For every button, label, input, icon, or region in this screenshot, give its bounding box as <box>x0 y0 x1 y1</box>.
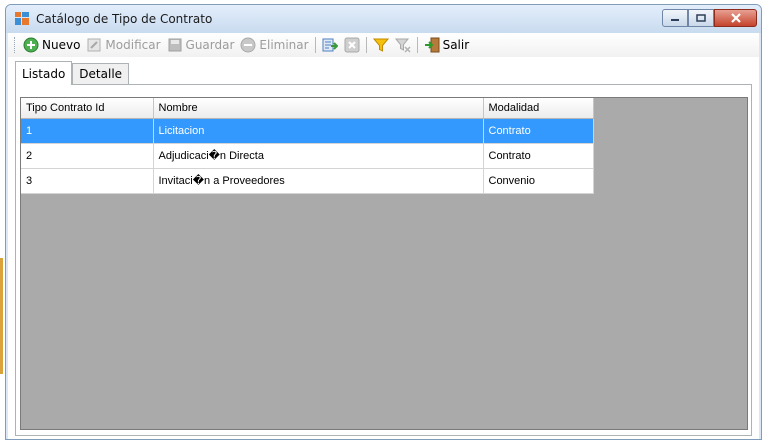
column-header-modalidad[interactable]: Modalidad <box>483 98 594 119</box>
save-button-label: Guardar <box>185 38 235 52</box>
title-bar[interactable]: Catálogo de Tipo de Contrato <box>6 5 761 33</box>
maximize-icon <box>696 14 706 22</box>
add-circle-icon <box>23 37 39 53</box>
modify-button[interactable]: Modificar <box>83 35 163 55</box>
tab-listado[interactable]: Listado <box>15 61 73 85</box>
toolbar-separator <box>314 37 316 53</box>
modify-button-label: Modificar <box>105 38 161 52</box>
background-window-edge <box>0 258 3 374</box>
minimize-button[interactable] <box>662 9 688 27</box>
table-row[interactable]: 1 Licitacion Contrato <box>21 118 594 144</box>
tab-strip: Listado Detalle <box>15 61 130 85</box>
grid-header-row: Tipo Contrato Id Nombre Modalidad <box>21 98 594 119</box>
clear-filter-button[interactable] <box>392 35 414 55</box>
toolbar-grip[interactable] <box>14 37 17 53</box>
maximize-button[interactable] <box>688 9 714 27</box>
export-icon <box>322 38 338 52</box>
cancel-button[interactable] <box>341 35 363 55</box>
cell-modalidad[interactable]: Contrato <box>483 118 594 144</box>
edit-icon <box>87 38 101 52</box>
filter-button[interactable] <box>370 35 392 55</box>
close-button[interactable] <box>714 9 757 27</box>
close-icon <box>730 13 741 23</box>
window-title: Catálogo de Tipo de Contrato <box>36 12 213 26</box>
delete-circle-icon <box>240 37 256 53</box>
exit-button[interactable]: Salir <box>421 35 473 55</box>
table-row[interactable]: 2 Adjudicaci�n Directa Contrato <box>21 143 594 169</box>
tab-detalle[interactable]: Detalle <box>72 63 130 84</box>
new-button-label: Nuevo <box>42 38 81 52</box>
export-button[interactable] <box>319 35 341 55</box>
filter-icon <box>372 38 389 52</box>
toolbar: Nuevo Modificar Guardar Eliminar Salir <box>8 33 759 57</box>
cell-nombre[interactable]: Invitaci�n a Proveedores <box>153 168 484 194</box>
grid-table: Tipo Contrato Id Nombre Modalidad 1 Lici… <box>21 98 594 194</box>
column-header-id[interactable]: Tipo Contrato Id <box>21 98 154 119</box>
toolbar-separator <box>365 37 367 53</box>
minimize-icon <box>671 19 679 21</box>
cell-nombre[interactable]: Adjudicaci�n Directa <box>153 143 484 169</box>
cell-nombre[interactable]: Licitacion <box>153 118 484 144</box>
cell-modalidad[interactable]: Convenio <box>483 168 594 194</box>
form-client-area: Nuevo Modificar Guardar Eliminar Salir L… <box>8 33 759 439</box>
contract-type-grid[interactable]: Tipo Contrato Id Nombre Modalidad 1 Lici… <box>20 97 748 430</box>
cell-id[interactable]: 3 <box>21 168 154 194</box>
cell-modalidad[interactable]: Contrato <box>483 143 594 169</box>
cell-id[interactable]: 2 <box>21 143 154 169</box>
exit-door-icon <box>424 37 440 53</box>
save-icon <box>168 38 182 52</box>
column-header-nombre[interactable]: Nombre <box>153 98 484 119</box>
delete-button-label: Eliminar <box>259 38 309 52</box>
exit-button-label: Salir <box>442 38 470 52</box>
cancel-icon <box>344 37 360 53</box>
save-button[interactable]: Guardar <box>164 35 238 55</box>
catalog-window: Catálogo de Tipo de Contrato Nuevo Modif… <box>5 4 762 440</box>
table-row[interactable]: 3 Invitaci�n a Proveedores Convenio <box>21 168 594 194</box>
cell-id[interactable]: 1 <box>21 118 154 144</box>
delete-button[interactable]: Eliminar <box>237 35 311 55</box>
toolbar-separator <box>416 37 418 53</box>
form-grid-icon <box>15 12 29 25</box>
new-button[interactable]: Nuevo <box>20 35 83 55</box>
window-controls <box>662 9 757 27</box>
clear-filter-icon <box>394 38 411 53</box>
